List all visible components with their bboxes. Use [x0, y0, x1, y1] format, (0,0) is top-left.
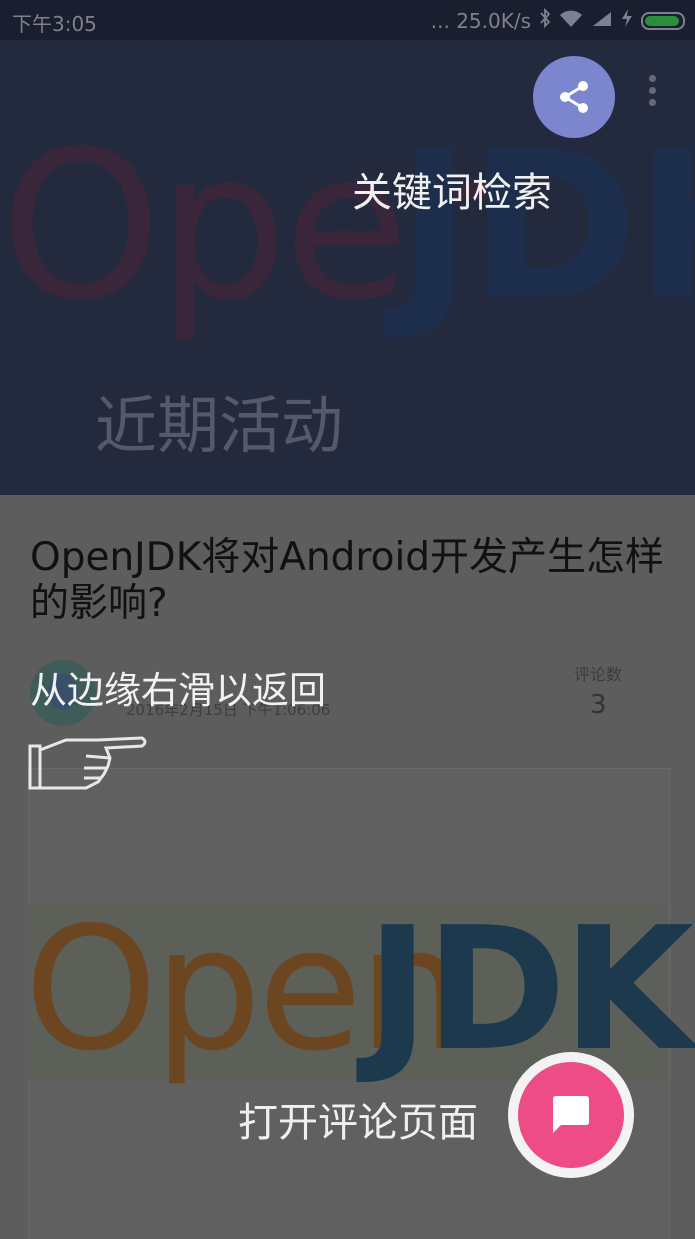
- status-time: 下午3:05: [12, 12, 97, 36]
- share-button[interactable]: [533, 56, 615, 138]
- charging-icon: [621, 8, 633, 33]
- search-hint-label: 关键词检索: [352, 170, 552, 216]
- signal-icon: [591, 9, 613, 33]
- pointing-hand-icon: [26, 732, 150, 800]
- status-bar: 下午3:05 ... 25.0K/s: [0, 0, 695, 40]
- comment-count-label: 评论数: [574, 665, 623, 684]
- open-comments-button[interactable]: [518, 1062, 624, 1168]
- share-icon: [560, 81, 588, 113]
- swipe-hint-label: 从边缘右滑以返回: [30, 669, 326, 712]
- wifi-icon: [559, 9, 583, 33]
- header-logo-jdk: JDK: [396, 108, 695, 346]
- bluetooth-icon: [539, 7, 551, 33]
- article-title: OpenJDK将对Android开发产生怎样的影响?: [30, 535, 665, 626]
- status-indicators: ... 25.0K/s: [430, 7, 685, 33]
- article-image-logo-jdk: JDK: [366, 891, 694, 1089]
- comments-hint-label: 打开评论页面: [238, 1100, 478, 1146]
- comment-icon: [553, 1096, 589, 1133]
- more-vertical-icon[interactable]: [640, 75, 664, 115]
- comment-count: 3: [590, 690, 607, 720]
- header-subtitle: 近期活动: [95, 389, 344, 462]
- battery-icon: [641, 11, 685, 30]
- app-screen: 下午3:05 ... 25.0K/s Open JDK 近期活动: [0, 0, 695, 1239]
- network-speed: ... 25.0K/s: [430, 8, 531, 33]
